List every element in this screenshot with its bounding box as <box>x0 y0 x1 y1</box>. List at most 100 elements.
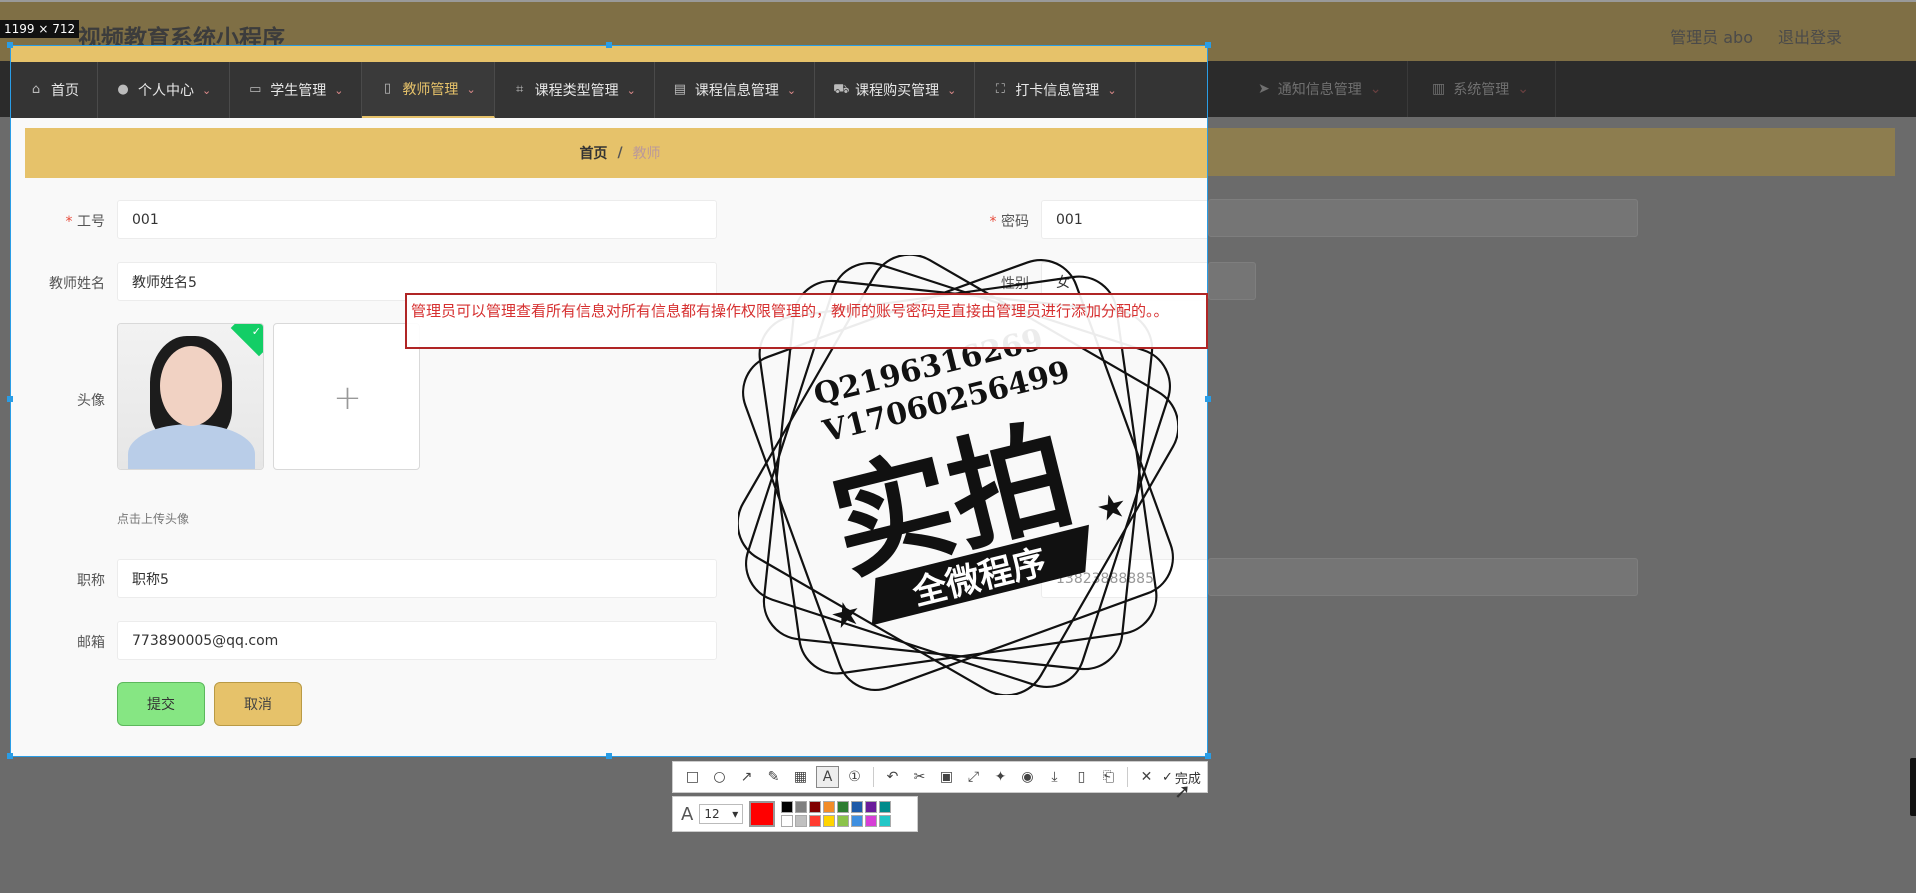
ocr-icon[interactable]: ▣ <box>935 766 958 788</box>
chevron-down-icon: ⌄ <box>202 83 212 97</box>
nav-item-home[interactable]: ⌂ 首页 <box>11 62 98 118</box>
check-icon: ✓ <box>1162 769 1173 785</box>
chevron-down-icon: ⌄ <box>466 82 476 96</box>
color-swatch[interactable] <box>781 801 794 813</box>
current-color-swatch[interactable] <box>749 801 776 827</box>
resize-handle[interactable] <box>1205 753 1211 759</box>
email-label: 邮箱 <box>77 635 105 651</box>
color-swatch[interactable] <box>781 815 794 827</box>
nav-item-system[interactable]: ▥ 系统管理 ⌄ <box>1406 61 1556 117</box>
nav-item-profile[interactable]: ● 个人中心 ⌄ <box>98 62 231 118</box>
text-icon[interactable]: A <box>816 766 839 788</box>
font-size-select[interactable]: 12 ▾ <box>699 804 744 824</box>
title-input[interactable]: 职称5 <box>117 559 717 598</box>
logout-link[interactable]: 退出登录 <box>1778 24 1842 48</box>
breadcrumb: 首页 / 教师 <box>25 128 1207 178</box>
pin-icon[interactable]: ✦ <box>989 766 1012 788</box>
resize-handle[interactable] <box>7 396 13 402</box>
photo-shirt <box>128 424 255 469</box>
avatar-photo <box>118 324 263 469</box>
color-swatch[interactable] <box>851 815 864 827</box>
expand-icon[interactable]: ⤢ <box>962 766 985 788</box>
mouse-cursor-icon: ➚ <box>1174 779 1191 803</box>
star-icon: ★ <box>1092 485 1131 531</box>
color-swatch[interactable] <box>795 815 808 827</box>
check-icon: ✓ <box>251 325 261 338</box>
nav-item-course-info[interactable]: ▤ 课程信息管理 ⌄ <box>655 62 816 118</box>
number-icon[interactable]: ① <box>843 766 866 788</box>
cancel-button[interactable]: 取消 <box>214 682 302 726</box>
password-label: * 密码 <box>989 214 1029 230</box>
ellipse-icon[interactable]: ○ <box>708 766 731 788</box>
submit-button[interactable]: 提交 <box>117 682 205 726</box>
color-swatch[interactable] <box>809 815 822 827</box>
avatar-upload-button[interactable]: + <box>273 323 420 470</box>
password-input-dimmed <box>1208 199 1638 237</box>
nav-item-checkin[interactable]: ⛶ 打卡信息管理 ⌄ <box>975 62 1136 118</box>
color-swatch[interactable] <box>795 801 808 813</box>
pencil-icon[interactable]: ✎ <box>762 766 785 788</box>
separator <box>1127 767 1128 787</box>
header-actions: 管理员 abo 退出登录 <box>1670 24 1842 48</box>
color-swatch[interactable] <box>809 801 822 813</box>
teacher-name-label: 教师姓名 <box>49 276 105 292</box>
nav-item-course-types[interactable]: ⌗ 课程类型管理 ⌄ <box>495 62 655 118</box>
card-icon: ▭ <box>249 82 262 97</box>
chevron-down-icon: ⌄ <box>626 83 636 97</box>
resize-handle[interactable] <box>1205 396 1211 402</box>
send-icon: ➤ <box>1258 81 1270 97</box>
resize-handle[interactable] <box>606 42 612 48</box>
avatar-preview[interactable]: ✓ <box>117 323 264 470</box>
color-swatch[interactable] <box>865 801 878 813</box>
separator <box>873 767 874 787</box>
password-input[interactable]: 001 <box>1041 200 1207 239</box>
undo-icon[interactable]: ↶ <box>881 766 904 788</box>
scan-icon: ⛶ <box>995 82 1005 97</box>
download-icon[interactable]: ⤓ <box>1043 766 1066 788</box>
resize-handle[interactable] <box>1205 42 1211 48</box>
resize-handle[interactable] <box>7 42 13 48</box>
avatar-label: 头像 <box>77 393 105 409</box>
phone-icon[interactable]: ▯ <box>1070 766 1093 788</box>
color-swatch[interactable] <box>865 815 878 827</box>
email-input[interactable]: 773890005@qq.com <box>117 621 717 660</box>
phone-input-dimmed <box>1208 558 1638 596</box>
breadcrumb-home[interactable]: 首页 <box>579 143 607 163</box>
nav-item-purchases[interactable]: ⛟ 课程购买管理 ⌄ <box>815 62 976 118</box>
mosaic-icon[interactable]: ▦ <box>789 766 812 788</box>
color-swatch[interactable] <box>837 815 850 827</box>
job-no-label: * 工号 <box>65 214 105 230</box>
plus-icon: + <box>333 377 362 418</box>
arrow-icon[interactable]: ↗ <box>735 766 758 788</box>
breadcrumb-current: 教师 <box>632 146 661 162</box>
color-swatch[interactable] <box>837 801 850 813</box>
color-swatch[interactable] <box>823 801 836 813</box>
nav-item-students[interactable]: ▭ 学生管理 ⌄ <box>230 62 363 118</box>
cut-icon[interactable]: ✂ <box>908 766 931 788</box>
color-swatch[interactable] <box>823 815 836 827</box>
close-icon[interactable]: ✕ <box>1135 766 1158 788</box>
record-icon[interactable]: ◉ <box>1016 766 1039 788</box>
resize-handle[interactable] <box>606 753 612 759</box>
selection-size-label: 1199 × 712 <box>0 20 80 38</box>
color-swatch[interactable] <box>879 815 892 827</box>
color-swatch[interactable] <box>879 801 892 813</box>
job-no-input[interactable]: 001 <box>117 200 717 239</box>
font-icon: A <box>681 803 694 825</box>
color-swatch[interactable] <box>851 801 864 813</box>
rect-icon[interactable]: □ <box>681 766 704 788</box>
required-mark: * <box>989 214 1001 230</box>
nav-item-teachers[interactable]: ▯ 教师管理 ⌄ <box>362 62 495 118</box>
mic-icon: ▯ <box>383 81 392 96</box>
chevron-down-icon: ⌄ <box>947 83 957 97</box>
star-icon: ★ <box>826 592 865 638</box>
resize-handle[interactable] <box>7 753 13 759</box>
gender-select-dimmed <box>1208 262 1256 300</box>
text-annotation[interactable]: 管理员可以管理查看所有信息对所有信息都有操作权限管理的，教师的账号密码是直接由管… <box>405 293 1208 349</box>
breadcrumb-separator: / <box>617 145 623 161</box>
nav-item-notice[interactable]: ➤ 通知信息管理 ⌄ <box>1232 61 1409 117</box>
title-label: 职称 <box>77 573 105 589</box>
chevron-down-icon: ⌄ <box>1107 83 1117 97</box>
bookmark-icon[interactable]: ⎗ <box>1097 766 1120 788</box>
avatar-upload-hint: 点击上传头像 <box>117 512 190 526</box>
